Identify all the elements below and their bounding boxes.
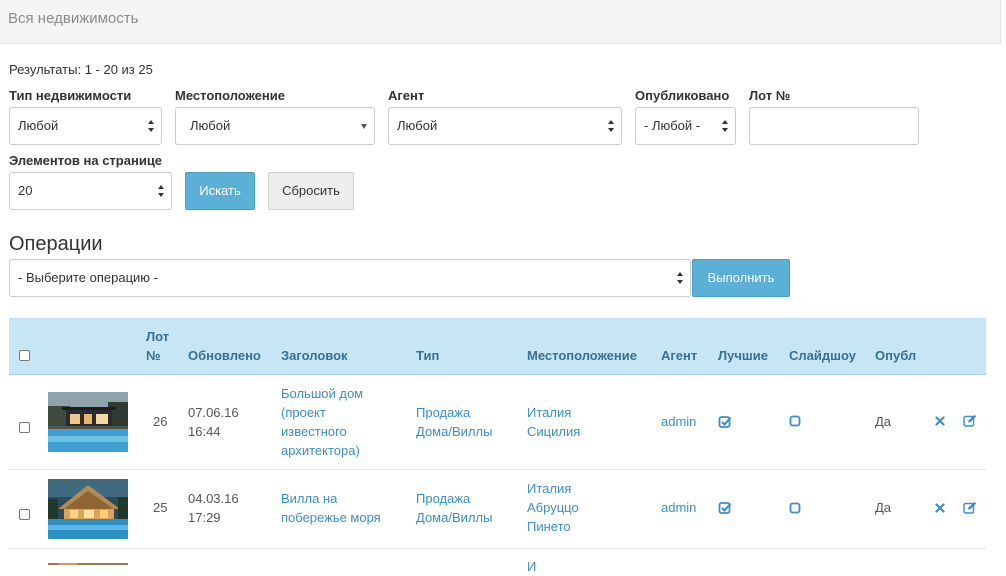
location-link[interactable]: Италия [527, 479, 571, 498]
published-filter-label: Опубликовано [635, 88, 730, 103]
location-select-value: Любой [190, 118, 231, 133]
lot-filter-label: Лот № [749, 88, 791, 103]
updown-arrows-icon [722, 120, 728, 132]
column-published[interactable]: Опубл [875, 346, 916, 365]
title-link[interactable]: известного [281, 422, 347, 441]
lot-input[interactable] [749, 107, 919, 145]
chevron-down-icon [361, 124, 367, 129]
type-link[interactable]: Дома/Виллы [416, 508, 492, 527]
table-header: Лот № Обновлено Заголовок Тип Местополож… [9, 318, 986, 375]
edit-icon[interactable] [963, 501, 977, 514]
unchecked-square-icon[interactable] [789, 502, 801, 514]
table-row: 25 04.03.16 17:29 Вилла на побережье мор… [9, 470, 986, 549]
column-slideshow[interactable]: Слайдшоу [789, 346, 856, 365]
title-link[interactable]: (проект [281, 403, 326, 422]
type-select-value: Любой [18, 118, 59, 133]
location-filter-label: Местоположение [175, 88, 285, 103]
column-lot[interactable]: Лот [146, 327, 169, 346]
reset-button[interactable]: Сбросить [268, 172, 354, 210]
delete-icon[interactable] [935, 503, 945, 513]
type-link[interactable]: Продажа [416, 489, 470, 508]
updated-time: 17:29 [188, 510, 221, 525]
operation-select[interactable]: - Выберите операцию - [9, 259, 691, 297]
location-link[interactable]: Абруццо [527, 498, 579, 517]
location-link[interactable]: И [527, 557, 536, 576]
property-thumbnail[interactable] [48, 558, 128, 565]
column-location[interactable]: Местоположение [527, 346, 637, 365]
agent-select[interactable]: Любой [388, 107, 622, 145]
agent-select-value: Любой [397, 118, 438, 133]
column-agent[interactable]: Агент [661, 346, 697, 365]
unchecked-square-icon[interactable] [789, 415, 801, 427]
published-select-value: - Любой - [644, 118, 701, 133]
location-link[interactable]: Пинето [527, 517, 571, 536]
table-row: И [9, 549, 986, 574]
agent-link[interactable]: admin [661, 412, 696, 431]
agent-filter-label: Агент [388, 88, 425, 103]
updated-date: 04.03.16 [188, 491, 239, 506]
type-link[interactable]: Дома/Виллы [416, 422, 492, 441]
location-select[interactable]: Любой [175, 107, 375, 145]
select-all-checkbox[interactable] [19, 350, 30, 361]
operation-select-value: - Выберите операцию - [18, 270, 158, 285]
per-page-value: 20 [18, 183, 33, 198]
page-title: Вся недвижимость [8, 10, 139, 27]
row-checkbox[interactable] [19, 422, 30, 433]
title-link[interactable]: побережье моря [281, 508, 381, 527]
updown-arrows-icon [608, 120, 614, 132]
page-header: Вся недвижимость [0, 0, 1001, 44]
results-count: Результаты: 1 - 20 из 25 [9, 62, 153, 77]
published-value: Да [875, 414, 892, 429]
location-link[interactable]: Италия [527, 403, 571, 422]
updated-date: 07.06.16 [188, 405, 239, 420]
row-checkbox[interactable] [19, 509, 30, 520]
title-link[interactable]: архитектора) [281, 441, 360, 460]
lot-number: 26 [153, 414, 168, 429]
type-link[interactable]: Продажа [416, 403, 470, 422]
location-link[interactable]: Сицилия [527, 422, 580, 441]
per-page-label: Элементов на странице [9, 153, 163, 168]
column-featured[interactable]: Лучшие [718, 346, 768, 365]
title-link[interactable]: Вилла на [281, 489, 337, 508]
title-link[interactable]: Большой дом [281, 384, 363, 403]
property-thumbnail[interactable] [48, 392, 128, 452]
type-select[interactable]: Любой [9, 107, 162, 145]
delete-icon[interactable] [935, 416, 945, 426]
lot-number: 25 [153, 500, 168, 515]
agent-link[interactable]: admin [661, 498, 696, 517]
updown-arrows-icon [148, 120, 154, 132]
column-lot-number[interactable]: № [146, 346, 161, 365]
per-page-select[interactable]: 20 [9, 172, 172, 210]
type-filter-label: Тип недвижимости [9, 88, 132, 103]
updown-arrows-icon [677, 272, 683, 284]
column-title[interactable]: Заголовок [281, 346, 348, 365]
operations-title: Операции [9, 233, 103, 255]
checked-square-icon[interactable] [718, 415, 732, 429]
edit-icon[interactable] [963, 414, 977, 427]
execute-button[interactable]: Выполнить [692, 259, 790, 297]
property-thumbnail[interactable] [48, 479, 128, 539]
updated-time: 16:44 [188, 424, 221, 439]
search-button[interactable]: Искать [185, 172, 255, 210]
published-select[interactable]: - Любой - [635, 107, 736, 145]
column-updated[interactable]: Обновлено [188, 346, 261, 365]
checked-square-icon[interactable] [718, 501, 732, 515]
updown-arrows-icon [158, 185, 164, 197]
published-value: Да [875, 500, 892, 515]
column-type[interactable]: Тип [416, 346, 439, 365]
table-row: 26 07.06.16 16:44 Большой дом (проект из… [9, 375, 986, 470]
